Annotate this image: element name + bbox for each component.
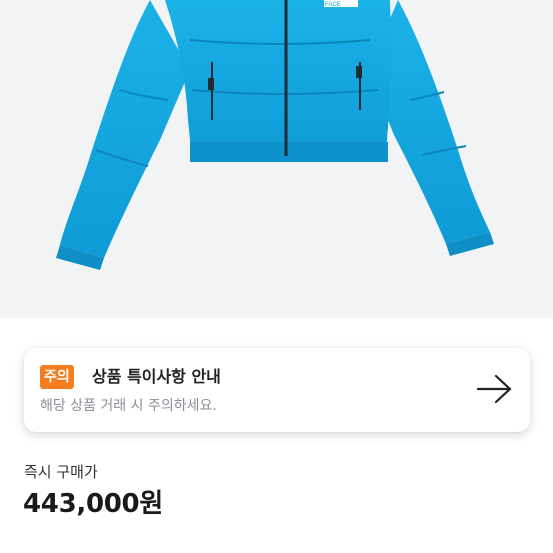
instant-buy-price: 443,000원	[23, 489, 163, 519]
jacket-illustration: FACE	[56, 0, 494, 270]
caution-badge: 주의	[40, 365, 74, 389]
logo-text: FACE	[325, 2, 341, 8]
instant-buy-price-label: 즉시 구매가	[24, 463, 98, 481]
arrow-right-icon[interactable]	[476, 373, 514, 405]
notice-subtitle: 해당 상품 거래 시 주의하세요.	[40, 398, 217, 414]
product-notice-card[interactable]: 주의 상품 특이사항 안내 해당 상품 거래 시 주의하세요.	[24, 348, 530, 432]
notice-title: 상품 특이사항 안내	[92, 367, 221, 386]
product-image[interactable]: FACE	[0, 0, 553, 318]
